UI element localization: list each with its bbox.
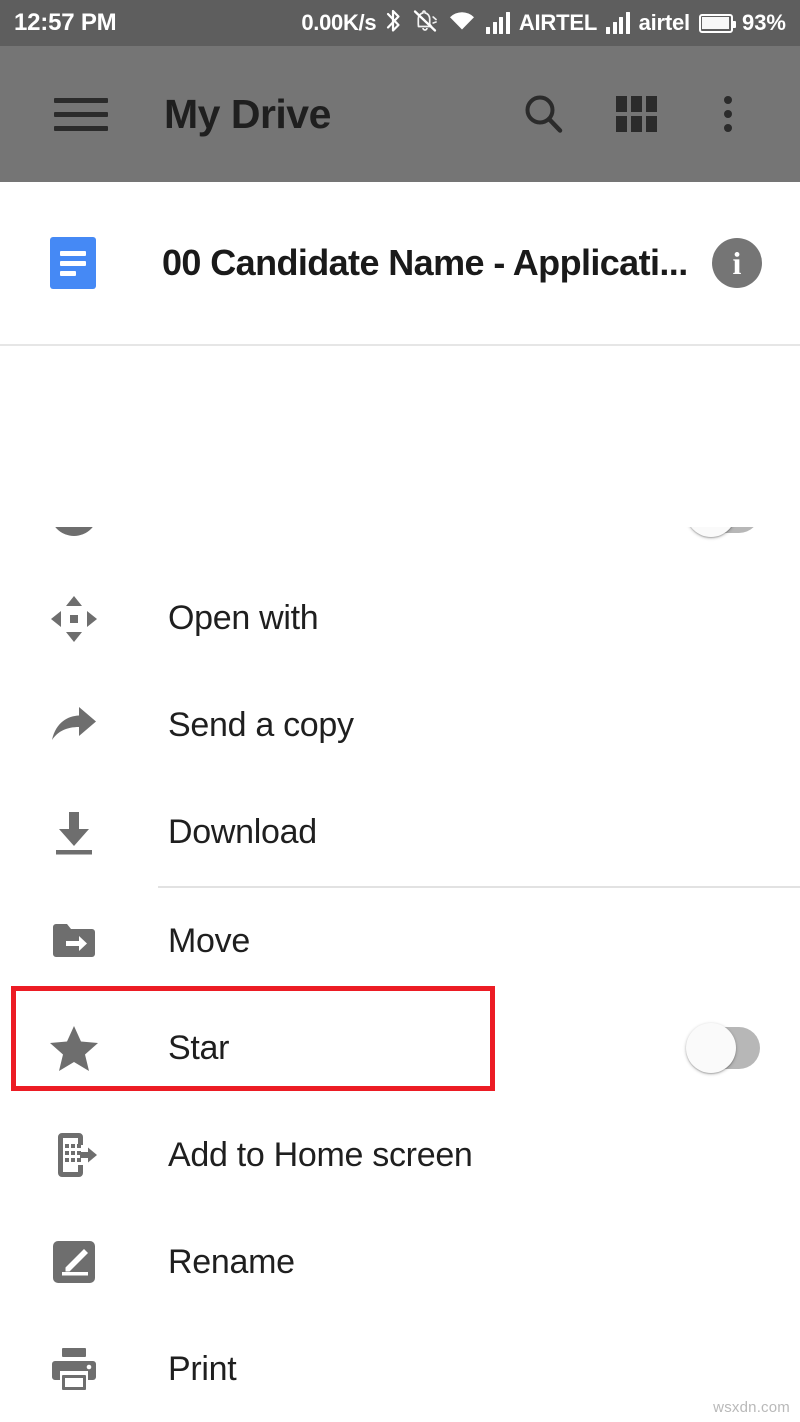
- menu-item-label: Available offline: [166, 527, 398, 532]
- more-vertical-icon[interactable]: [704, 90, 752, 138]
- bluetooth-icon: [385, 8, 403, 39]
- open-with-icon: [48, 593, 100, 645]
- page-title: My Drive: [164, 90, 331, 137]
- phone-screen: 12:57 PM 0.00K/s AIRTEL airtel 93% My Dr…: [0, 0, 800, 1422]
- download-icon: [48, 807, 100, 859]
- watermark-label: wsxdn.com: [713, 1399, 790, 1416]
- info-icon[interactable]: i: [712, 238, 762, 288]
- carrier-label-sim1: AIRTEL: [518, 10, 598, 35]
- print-icon: [48, 1343, 100, 1395]
- file-options-sheet: 00 Candidate Name - Applicati... i Avail…: [0, 182, 800, 1422]
- star-toggle[interactable]: [686, 1023, 760, 1073]
- menu-item-label: Send a copy: [168, 706, 354, 744]
- menu-item-print[interactable]: Print: [0, 1316, 800, 1422]
- status-clock: 12:57 PM: [14, 9, 117, 36]
- sheet-file-header: 00 Candidate Name - Applicati... i: [0, 182, 800, 344]
- offline-pin-icon: [50, 527, 98, 536]
- move-folder-icon: [48, 915, 100, 967]
- menu-item-label: Rename: [168, 1242, 295, 1281]
- grid-view-icon[interactable]: [612, 90, 660, 138]
- menu-item-label: Star: [168, 1028, 230, 1067]
- menu-item-open-with[interactable]: Open with: [0, 565, 800, 672]
- google-docs-icon: [50, 237, 96, 289]
- notifications-off-icon: [412, 8, 438, 39]
- network-speed-label: 0.00K/s: [301, 10, 377, 35]
- menu-item-add-to-home-screen[interactable]: Add to Home screen: [0, 1102, 800, 1209]
- menu-item-rename[interactable]: Rename: [0, 1209, 800, 1316]
- rename-pencil-icon: [48, 1236, 100, 1288]
- signal-strength-icon-sim1: [486, 12, 510, 34]
- battery-percent-label: 93%: [741, 10, 786, 35]
- hamburger-menu-icon[interactable]: [54, 94, 108, 134]
- sheet-header-divider: [0, 344, 800, 346]
- available-offline-toggle[interactable]: [686, 527, 760, 537]
- file-name-label: 00 Candidate Name - Applicati...: [162, 242, 688, 283]
- battery-icon: [698, 13, 736, 33]
- menu-item-label: Add to Home screen: [168, 1135, 473, 1174]
- menu-item-move[interactable]: Move: [0, 888, 800, 995]
- menu-item-send-a-copy[interactable]: Send a copy: [0, 672, 800, 779]
- menu-item-star[interactable]: Star: [0, 995, 800, 1102]
- add-to-home-screen-icon: [48, 1129, 100, 1181]
- menu-item-download[interactable]: Download: [0, 779, 800, 886]
- status-icons: 0.00K/s AIRTEL airtel 93%: [301, 8, 786, 39]
- search-icon[interactable]: [520, 90, 568, 138]
- send-copy-icon: [48, 700, 100, 752]
- wifi-icon: [447, 9, 477, 38]
- signal-strength-icon-sim2: [606, 12, 630, 34]
- carrier-label-sim2: airtel: [638, 10, 691, 35]
- menu-item-available-offline[interactable]: Available offline: [0, 527, 800, 565]
- app-bar-actions: [520, 90, 772, 138]
- status-bar: 12:57 PM 0.00K/s AIRTEL airtel 93%: [0, 0, 800, 46]
- menu-item-label: Print: [168, 1349, 237, 1388]
- menu-item-label: Download: [168, 813, 317, 851]
- menu-item-label: Open with: [168, 599, 319, 637]
- options-menu-list: Open with Send a copy Download Move Star…: [0, 565, 800, 1422]
- star-icon: [48, 1022, 100, 1074]
- menu-item-label: Move: [168, 921, 250, 960]
- app-bar: My Drive: [0, 46, 800, 182]
